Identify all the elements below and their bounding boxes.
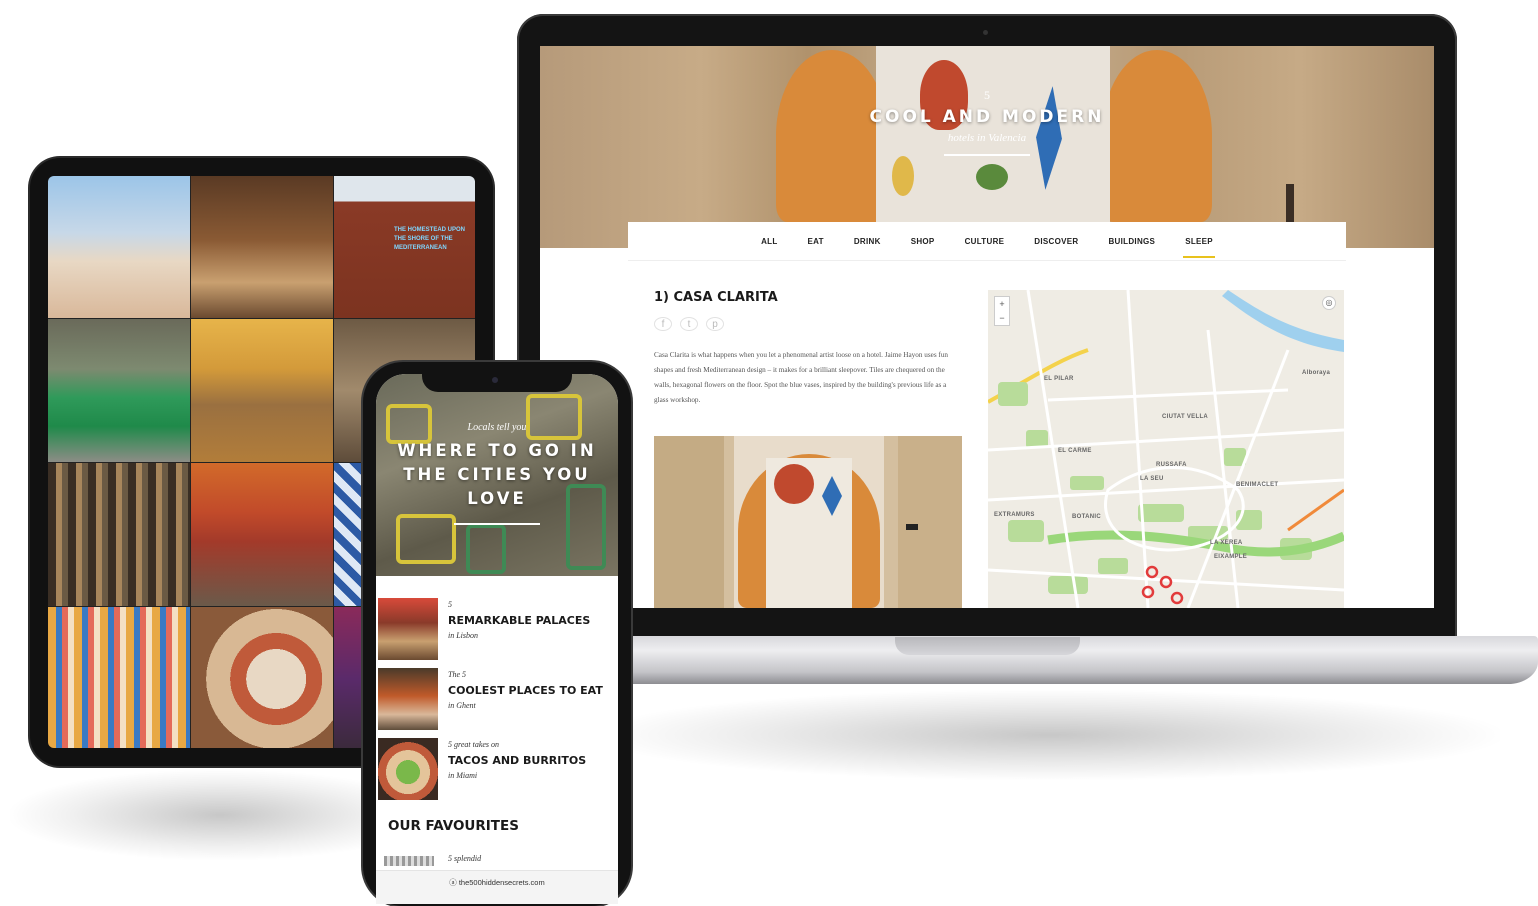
- nav-sleep[interactable]: SLEEP: [1183, 237, 1215, 258]
- zoom-out-button[interactable]: −: [995, 311, 1009, 325]
- phone-camera: [492, 377, 498, 383]
- photo-wall-left: [654, 436, 724, 608]
- list-thumbnail: [378, 668, 438, 730]
- photo-tile[interactable]: [48, 607, 190, 748]
- article-title: 1) CASA CLARITA: [654, 290, 778, 305]
- map-label: LA SEU: [1140, 476, 1164, 482]
- hero-banner: 5 COOL AND MODERN hotels in Valencia: [540, 46, 1434, 248]
- map-label: EIXAMPLE: [1214, 554, 1248, 560]
- map-label: BOTANIC: [1072, 514, 1101, 520]
- item-pre: 5: [448, 600, 452, 609]
- hero-text: 5 COOL AND MODERN hotels in Valencia: [540, 88, 1434, 156]
- laptop-screen: 5 COOL AND MODERN hotels in Valencia ALL…: [540, 46, 1434, 608]
- hero-shape-yellow: [892, 156, 914, 196]
- favourite-item[interactable]: 5 splendid: [384, 854, 614, 868]
- photo-shape-red: [774, 464, 814, 504]
- chair-green: [466, 524, 506, 574]
- list-item[interactable]: The 5 COOLEST PLACES TO EAT in Ghent: [376, 666, 618, 736]
- map-label: EL CARME: [1058, 448, 1092, 454]
- phone-kicker: Locals tell you: [467, 422, 527, 433]
- photo-wall-right: [898, 436, 962, 608]
- photo-tile[interactable]: THE HOMESTEAD UPON THE SHORE OF THE MEDI…: [334, 176, 475, 318]
- list-item[interactable]: 5 REMARKABLE PALACES in Lisbon: [376, 596, 618, 666]
- laptop-notch: [895, 637, 1080, 655]
- phone-hero-text: Locals tell you WHERE TO GO IN THE CITIE…: [376, 422, 618, 525]
- list-thumbnail: [378, 598, 438, 660]
- browser-url-bar[interactable]: ⓐ the500hiddensecrets.com: [376, 870, 618, 904]
- category-nav: ALL EAT DRINK SHOP CULTURE DISCOVER BUIL…: [628, 222, 1346, 260]
- hero-door-handle: [1286, 184, 1294, 224]
- photo-tile[interactable]: [48, 463, 190, 606]
- favourites-heading: OUR FAVOURITES: [388, 818, 519, 834]
- list-item-text: 5 REMARKABLE PALACES in Lisbon: [448, 600, 618, 640]
- photo-tile[interactable]: [191, 319, 333, 462]
- item-post: in Ghent: [448, 701, 476, 710]
- map-label: EXTRAMURS: [994, 512, 1035, 518]
- wall-sign-text: THE HOMESTEAD UPON THE SHORE OF THE MEDI…: [394, 227, 466, 251]
- phone-hero-title: WHERE TO GO IN THE CITIES YOU LOVE: [397, 441, 597, 508]
- favourite-thumbnail: [384, 856, 434, 866]
- item-post: in Lisbon: [448, 631, 479, 640]
- phone-screen: Locals tell you WHERE TO GO IN THE CITIE…: [376, 374, 618, 904]
- map-label: CIUTAT VELLA: [1162, 414, 1209, 420]
- facebook-icon[interactable]: f: [654, 317, 672, 331]
- map-graphic: [988, 290, 1344, 608]
- twitter-icon[interactable]: t: [680, 317, 698, 331]
- nav-shop[interactable]: SHOP: [911, 237, 935, 246]
- url-text: ⓐ the500hiddensecrets.com: [449, 878, 545, 887]
- article-photo: [654, 436, 962, 608]
- map-label: BENIMACLET: [1236, 482, 1279, 488]
- laptop-shadow: [600, 690, 1500, 780]
- zoom-in-button[interactable]: +: [995, 297, 1009, 311]
- locate-icon[interactable]: ◎: [1322, 296, 1336, 310]
- item-title: REMARKABLE PALACES: [448, 614, 591, 627]
- map-label: EL PILAR: [1044, 376, 1074, 382]
- item-pre: 5 great takes on: [448, 740, 500, 749]
- list-item-text: 5 great takes on TACOS AND BURRITOS in M…: [448, 740, 618, 780]
- nav-drink[interactable]: DRINK: [854, 237, 881, 246]
- map-label: RUSSAFA: [1156, 462, 1187, 468]
- item-pre: The 5: [448, 670, 466, 679]
- nav-culture[interactable]: CULTURE: [965, 237, 1005, 246]
- photo-tile[interactable]: [191, 176, 333, 318]
- nav-all[interactable]: ALL: [761, 237, 777, 246]
- laptop-camera: [983, 30, 988, 35]
- list-item[interactable]: 5 great takes on TACOS AND BURRITOS in M…: [376, 736, 618, 806]
- item-title: TACOS AND BURRITOS: [448, 754, 587, 767]
- map-label: Alboraya: [1302, 370, 1331, 376]
- article-body: Casa Clarita is what happens when you le…: [654, 351, 949, 404]
- phone-hero-divider: [454, 523, 540, 525]
- list-thumbnail: [378, 738, 438, 800]
- item-post: in Miami: [448, 771, 478, 780]
- photo-handle: [906, 524, 918, 530]
- photo-tile[interactable]: [191, 463, 333, 606]
- nav-eat[interactable]: EAT: [808, 237, 824, 246]
- pinterest-icon[interactable]: p: [706, 317, 724, 331]
- nav-discover[interactable]: DISCOVER: [1034, 237, 1078, 246]
- map-label: LA XEREA: [1210, 540, 1243, 546]
- share-icons: f t p: [654, 317, 724, 331]
- photo-tile[interactable]: [48, 319, 190, 462]
- item-title: COOLEST PLACES TO EAT: [448, 684, 603, 697]
- list-item-text: The 5 COOLEST PLACES TO EAT in Ghent: [448, 670, 618, 710]
- article-list: 5 REMARKABLE PALACES in Lisbon The 5 COO…: [376, 596, 618, 806]
- hero-subtitle: hotels in Valencia: [947, 132, 1027, 144]
- hero-title: COOL AND MODERN: [869, 107, 1105, 127]
- hero-number: 5: [984, 88, 990, 102]
- phone-hero: Locals tell you WHERE TO GO IN THE CITIE…: [376, 374, 618, 576]
- hero-divider: [944, 154, 1030, 156]
- photo-tile[interactable]: [48, 176, 190, 318]
- city-map[interactable]: + − ◎ Alboraya RUSSAFA LA SEU BENIMACLET…: [988, 290, 1344, 608]
- hero-shape-green: [976, 164, 1008, 190]
- map-zoom-control[interactable]: + −: [994, 296, 1010, 326]
- favourite-text: 5 splendid: [448, 854, 482, 863]
- nav-buildings[interactable]: BUILDINGS: [1108, 237, 1155, 246]
- photo-tile[interactable]: [191, 607, 333, 748]
